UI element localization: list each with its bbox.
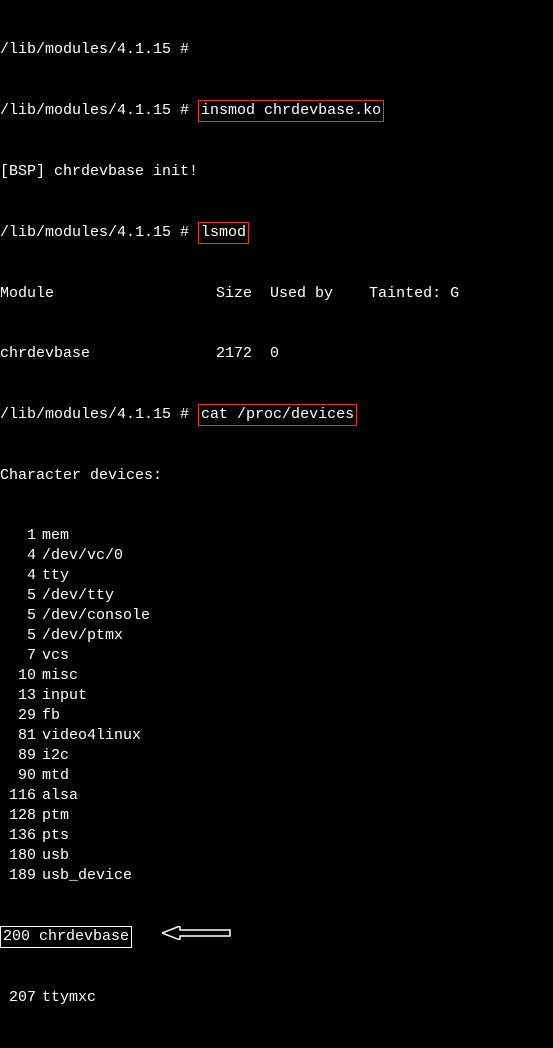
device-name: mtd [42, 767, 69, 784]
device-line: 7 vcs [0, 646, 553, 666]
device-line: 189 usb_device [0, 866, 553, 886]
line-char-devices-header: Character devices: [0, 466, 553, 486]
cmd-cat-highlight: cat /proc/devices [198, 404, 357, 426]
line-lsmod-header: Module Size Used by Tainted: G [0, 284, 553, 304]
device-line: 5/dev/ptmx [0, 626, 553, 646]
line-highlighted-device: 200 chrdevbase [0, 926, 553, 948]
device-name: usb [42, 847, 69, 864]
device-name: fb [42, 707, 60, 724]
device-line: 5/dev/console [0, 606, 553, 626]
device-number: 5 [0, 626, 36, 646]
device-line: 128 ptm [0, 806, 553, 826]
device-line: 4/dev/vc/0 [0, 546, 553, 566]
device-line: 1 mem [0, 526, 553, 546]
device-number: 4 [0, 546, 36, 566]
device-number: 1 [0, 526, 36, 546]
prompt-text: /lib/modules/4.1.15 # [0, 102, 189, 119]
device-line: 4 tty [0, 566, 553, 586]
device-name: /dev/console [42, 607, 150, 624]
device-line: 81 video4linux [0, 726, 553, 746]
device-number: 128 [0, 806, 36, 826]
device-number: 180 [0, 846, 36, 866]
cmd-lsmod-highlight: lsmod [198, 222, 249, 244]
device-name: /dev/tty [42, 587, 114, 604]
arrow-left-icon [162, 926, 232, 947]
line-cutoff-bottom: 207 ttymxc [0, 988, 553, 1008]
line-lsmod: /lib/modules/4.1.15 # lsmod [0, 222, 553, 244]
device-number: 90 [0, 766, 36, 786]
device-name: vcs [42, 647, 69, 664]
device-number: 13 [0, 686, 36, 706]
device-name: pts [42, 827, 69, 844]
device-list: 1mem4/dev/vc/04tty5/dev/tty5/dev/console… [0, 526, 553, 886]
line-insmod: /lib/modules/4.1.15 # insmod chrdevbase.… [0, 100, 553, 122]
device-name: mem [42, 527, 69, 544]
device-name: ptm [42, 807, 69, 824]
device-line: 5/dev/tty [0, 586, 553, 606]
cmd-insmod-highlight: insmod chrdevbase.ko [198, 100, 384, 122]
device-name: video4linux [42, 727, 141, 744]
device-number: 207 [0, 988, 36, 1008]
device-number: 89 [0, 746, 36, 766]
device-name: /dev/ptmx [42, 627, 123, 644]
line-cutoff-top: /lib/modules/4.1.15 # [0, 40, 553, 60]
device-line: 29 fb [0, 706, 553, 726]
device-number: 4 [0, 566, 36, 586]
device-name: alsa [42, 787, 78, 804]
device-name: ttymxc [42, 989, 96, 1006]
device-line: 180 usb [0, 846, 553, 866]
device-number: 189 [0, 866, 36, 886]
device-line: 90 mtd [0, 766, 553, 786]
prompt-text: /lib/modules/4.1.15 # [0, 224, 189, 241]
device-name: usb_device [42, 867, 132, 884]
terminal-output: /lib/modules/4.1.15 # /lib/modules/4.1.1… [0, 0, 553, 1048]
device-number: 29 [0, 706, 36, 726]
device-name: chrdevbase [39, 928, 129, 945]
device-number: 5 [0, 606, 36, 626]
device-number: 136 [0, 826, 36, 846]
device-name: tty [42, 567, 69, 584]
device-line: 136 pts [0, 826, 553, 846]
chrdevbase-highlight: 200 chrdevbase [0, 926, 132, 948]
device-number: 116 [0, 786, 36, 806]
device-number: 10 [0, 666, 36, 686]
device-number: 7 [0, 646, 36, 666]
prompt-text: /lib/modules/4.1.15 # [0, 406, 189, 423]
device-number: 200 [3, 927, 30, 947]
line-bsp-init: [BSP] chrdevbase init! [0, 162, 553, 182]
device-line: 10 misc [0, 666, 553, 686]
device-name: input [42, 687, 87, 704]
device-name: i2c [42, 747, 69, 764]
line-lsmod-row: chrdevbase 2172 0 [0, 344, 553, 364]
device-number: 5 [0, 586, 36, 606]
device-line: 13 input [0, 686, 553, 706]
device-line: 116 alsa [0, 786, 553, 806]
line-cat: /lib/modules/4.1.15 # cat /proc/devices [0, 404, 553, 426]
device-name: misc [42, 667, 78, 684]
device-name: /dev/vc/0 [42, 547, 123, 564]
device-number: 81 [0, 726, 36, 746]
device-line: 89 i2c [0, 746, 553, 766]
